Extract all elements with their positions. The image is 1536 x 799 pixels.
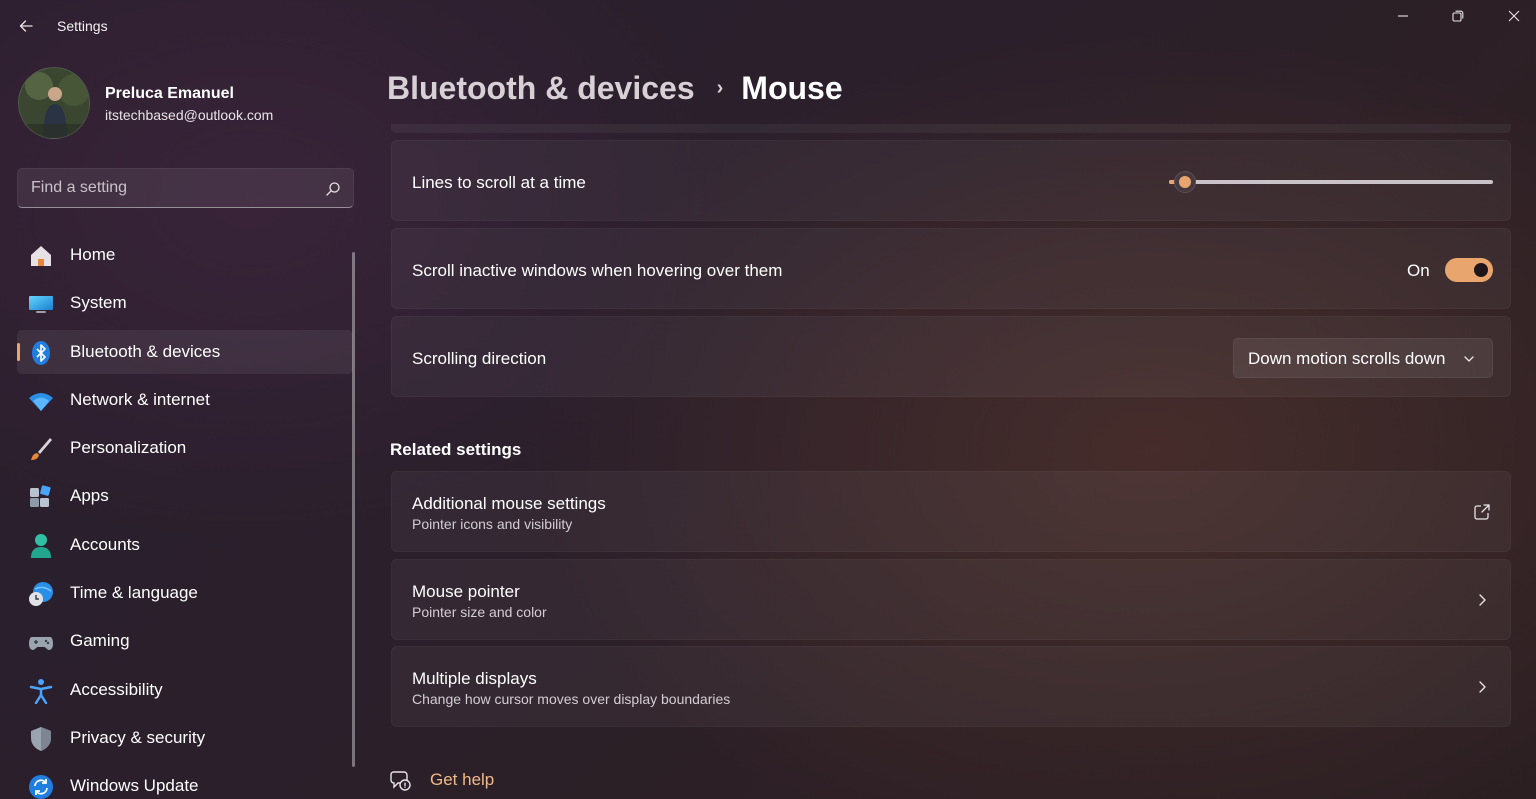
accessibility-icon bbox=[28, 678, 54, 704]
sidebar-item-label: Accounts bbox=[70, 534, 140, 554]
back-arrow-icon bbox=[19, 20, 33, 32]
restore-icon bbox=[1452, 10, 1464, 22]
sidebar-scrollbar[interactable] bbox=[352, 252, 355, 767]
accounts-icon bbox=[28, 533, 54, 559]
sidebar-item-label: Network & internet bbox=[70, 389, 210, 409]
sidebar-item-network[interactable]: Network & internet bbox=[17, 378, 353, 422]
avatar[interactable] bbox=[18, 67, 90, 139]
related-multiple-displays[interactable]: Multiple displays Change how cursor move… bbox=[391, 646, 1511, 727]
chevron-down-icon bbox=[1464, 356, 1474, 362]
restore-button[interactable] bbox=[1430, 0, 1486, 32]
previous-card-edge bbox=[391, 124, 1511, 133]
back-button[interactable] bbox=[10, 12, 42, 40]
get-help[interactable]: Get help bbox=[389, 766, 494, 794]
sidebar-item-label: System bbox=[70, 293, 127, 313]
title-bar: Settings bbox=[0, 0, 1536, 52]
sidebar-item-system[interactable]: System bbox=[17, 281, 353, 325]
sidebar-item-label: Privacy & security bbox=[70, 727, 206, 747]
open-external-icon bbox=[1472, 502, 1492, 522]
sidebar-item-label: Home bbox=[70, 245, 116, 264]
related-settings-heading: Related settings bbox=[390, 440, 522, 459]
sidebar-item-label: Apps bbox=[70, 486, 109, 506]
related-additional-mouse-settings[interactable]: Additional mouse settings Pointer icons … bbox=[391, 471, 1511, 552]
scrolling-direction-dropdown[interactable]: Down motion scrolls down bbox=[1233, 338, 1493, 378]
sidebar-item-label: Accessibility bbox=[70, 679, 163, 699]
update-icon bbox=[28, 774, 54, 799]
bluetooth-icon bbox=[28, 340, 54, 366]
slider-thumb[interactable] bbox=[1174, 171, 1197, 193]
globe-clock-icon bbox=[28, 581, 54, 607]
chevron-right-icon bbox=[1472, 590, 1492, 610]
sidebar-item-time-language[interactable]: Time & language bbox=[17, 571, 353, 615]
sidebar-item-label: Time & language bbox=[70, 583, 198, 603]
related-item-title: Additional mouse settings bbox=[412, 494, 606, 513]
toggle-state-label: On bbox=[1407, 261, 1430, 280]
sidebar-item-personalization[interactable]: Personalization bbox=[17, 426, 353, 470]
dropdown-value: Down motion scrolls down bbox=[1248, 349, 1446, 368]
help-chat-icon bbox=[390, 771, 411, 791]
sidebar-item-gaming[interactable]: Gaming bbox=[17, 619, 353, 663]
system-icon bbox=[28, 291, 54, 317]
sidebar-item-privacy-security[interactable]: Privacy & security bbox=[17, 716, 353, 760]
sidebar-item-apps[interactable]: Apps bbox=[17, 474, 353, 518]
page-title: Mouse bbox=[741, 69, 843, 106]
related-item-subtitle: Change how cursor moves over display bou… bbox=[412, 691, 731, 707]
related-item-title: Multiple displays bbox=[412, 669, 537, 688]
search-icon[interactable] bbox=[325, 181, 341, 197]
sidebar-item-label: Personalization bbox=[70, 438, 187, 458]
minimize-button[interactable] bbox=[1375, 0, 1431, 32]
chevron-right-icon bbox=[1472, 677, 1492, 697]
setting-scrolling-direction: Scrolling direction Down motion scrolls … bbox=[391, 316, 1511, 397]
sidebar-item-label: Windows Update bbox=[70, 776, 199, 796]
lines-to-scroll-slider[interactable] bbox=[1169, 171, 1493, 193]
breadcrumb: Bluetooth & devices › Mouse bbox=[387, 66, 843, 110]
minimize-icon bbox=[1398, 15, 1408, 17]
shield-icon bbox=[28, 726, 54, 752]
sidebar-item-bluetooth-devices[interactable]: Bluetooth & devices bbox=[17, 329, 353, 374]
setting-label: Scrolling direction bbox=[412, 349, 547, 368]
sidebar-item-accessibility[interactable]: Accessibility bbox=[17, 668, 353, 712]
close-button[interactable] bbox=[1486, 0, 1536, 32]
setting-label: Scroll inactive windows when hovering ov… bbox=[412, 261, 783, 280]
get-help-link[interactable]: Get help bbox=[430, 770, 494, 790]
close-icon bbox=[1508, 10, 1520, 22]
breadcrumb-separator-icon: › bbox=[716, 76, 724, 99]
sidebar-item-label: Bluetooth & devices bbox=[70, 341, 221, 361]
app-title: Settings bbox=[57, 18, 108, 34]
breadcrumb-parent[interactable]: Bluetooth & devices bbox=[387, 70, 695, 107]
related-mouse-pointer[interactable]: Mouse pointer Pointer size and color bbox=[391, 559, 1511, 640]
search-input[interactable] bbox=[18, 169, 318, 207]
sidebar-item-home[interactable]: Home bbox=[17, 233, 353, 277]
sidebar-item-windows-update[interactable]: Windows Update bbox=[17, 764, 353, 799]
sidebar-item-accounts[interactable]: Accounts bbox=[17, 523, 353, 567]
gamepad-icon bbox=[28, 629, 54, 655]
brush-icon bbox=[28, 436, 54, 462]
sidebar-nav: Home System Bluetooth & devices Network … bbox=[17, 233, 353, 799]
scroll-inactive-toggle[interactable] bbox=[1445, 258, 1493, 282]
setting-scroll-inactive-windows: Scroll inactive windows when hovering ov… bbox=[391, 228, 1511, 309]
wifi-icon bbox=[28, 388, 54, 414]
setting-lines-to-scroll: Lines to scroll at a time bbox=[391, 140, 1511, 221]
related-item-subtitle: Pointer size and color bbox=[412, 604, 547, 620]
sidebar-item-label: Gaming bbox=[70, 631, 130, 651]
search-box[interactable] bbox=[17, 168, 354, 208]
setting-label: Lines to scroll at a time bbox=[412, 173, 586, 192]
toggle-knob bbox=[1474, 263, 1488, 277]
profile-email: itstechbased@outlook.com bbox=[105, 107, 274, 123]
avatar-photo bbox=[19, 68, 89, 138]
related-item-title: Mouse pointer bbox=[412, 582, 520, 601]
profile-name: Preluca Emanuel bbox=[105, 85, 234, 102]
related-item-subtitle: Pointer icons and visibility bbox=[412, 516, 573, 532]
home-icon bbox=[28, 243, 54, 269]
apps-icon bbox=[28, 484, 54, 510]
